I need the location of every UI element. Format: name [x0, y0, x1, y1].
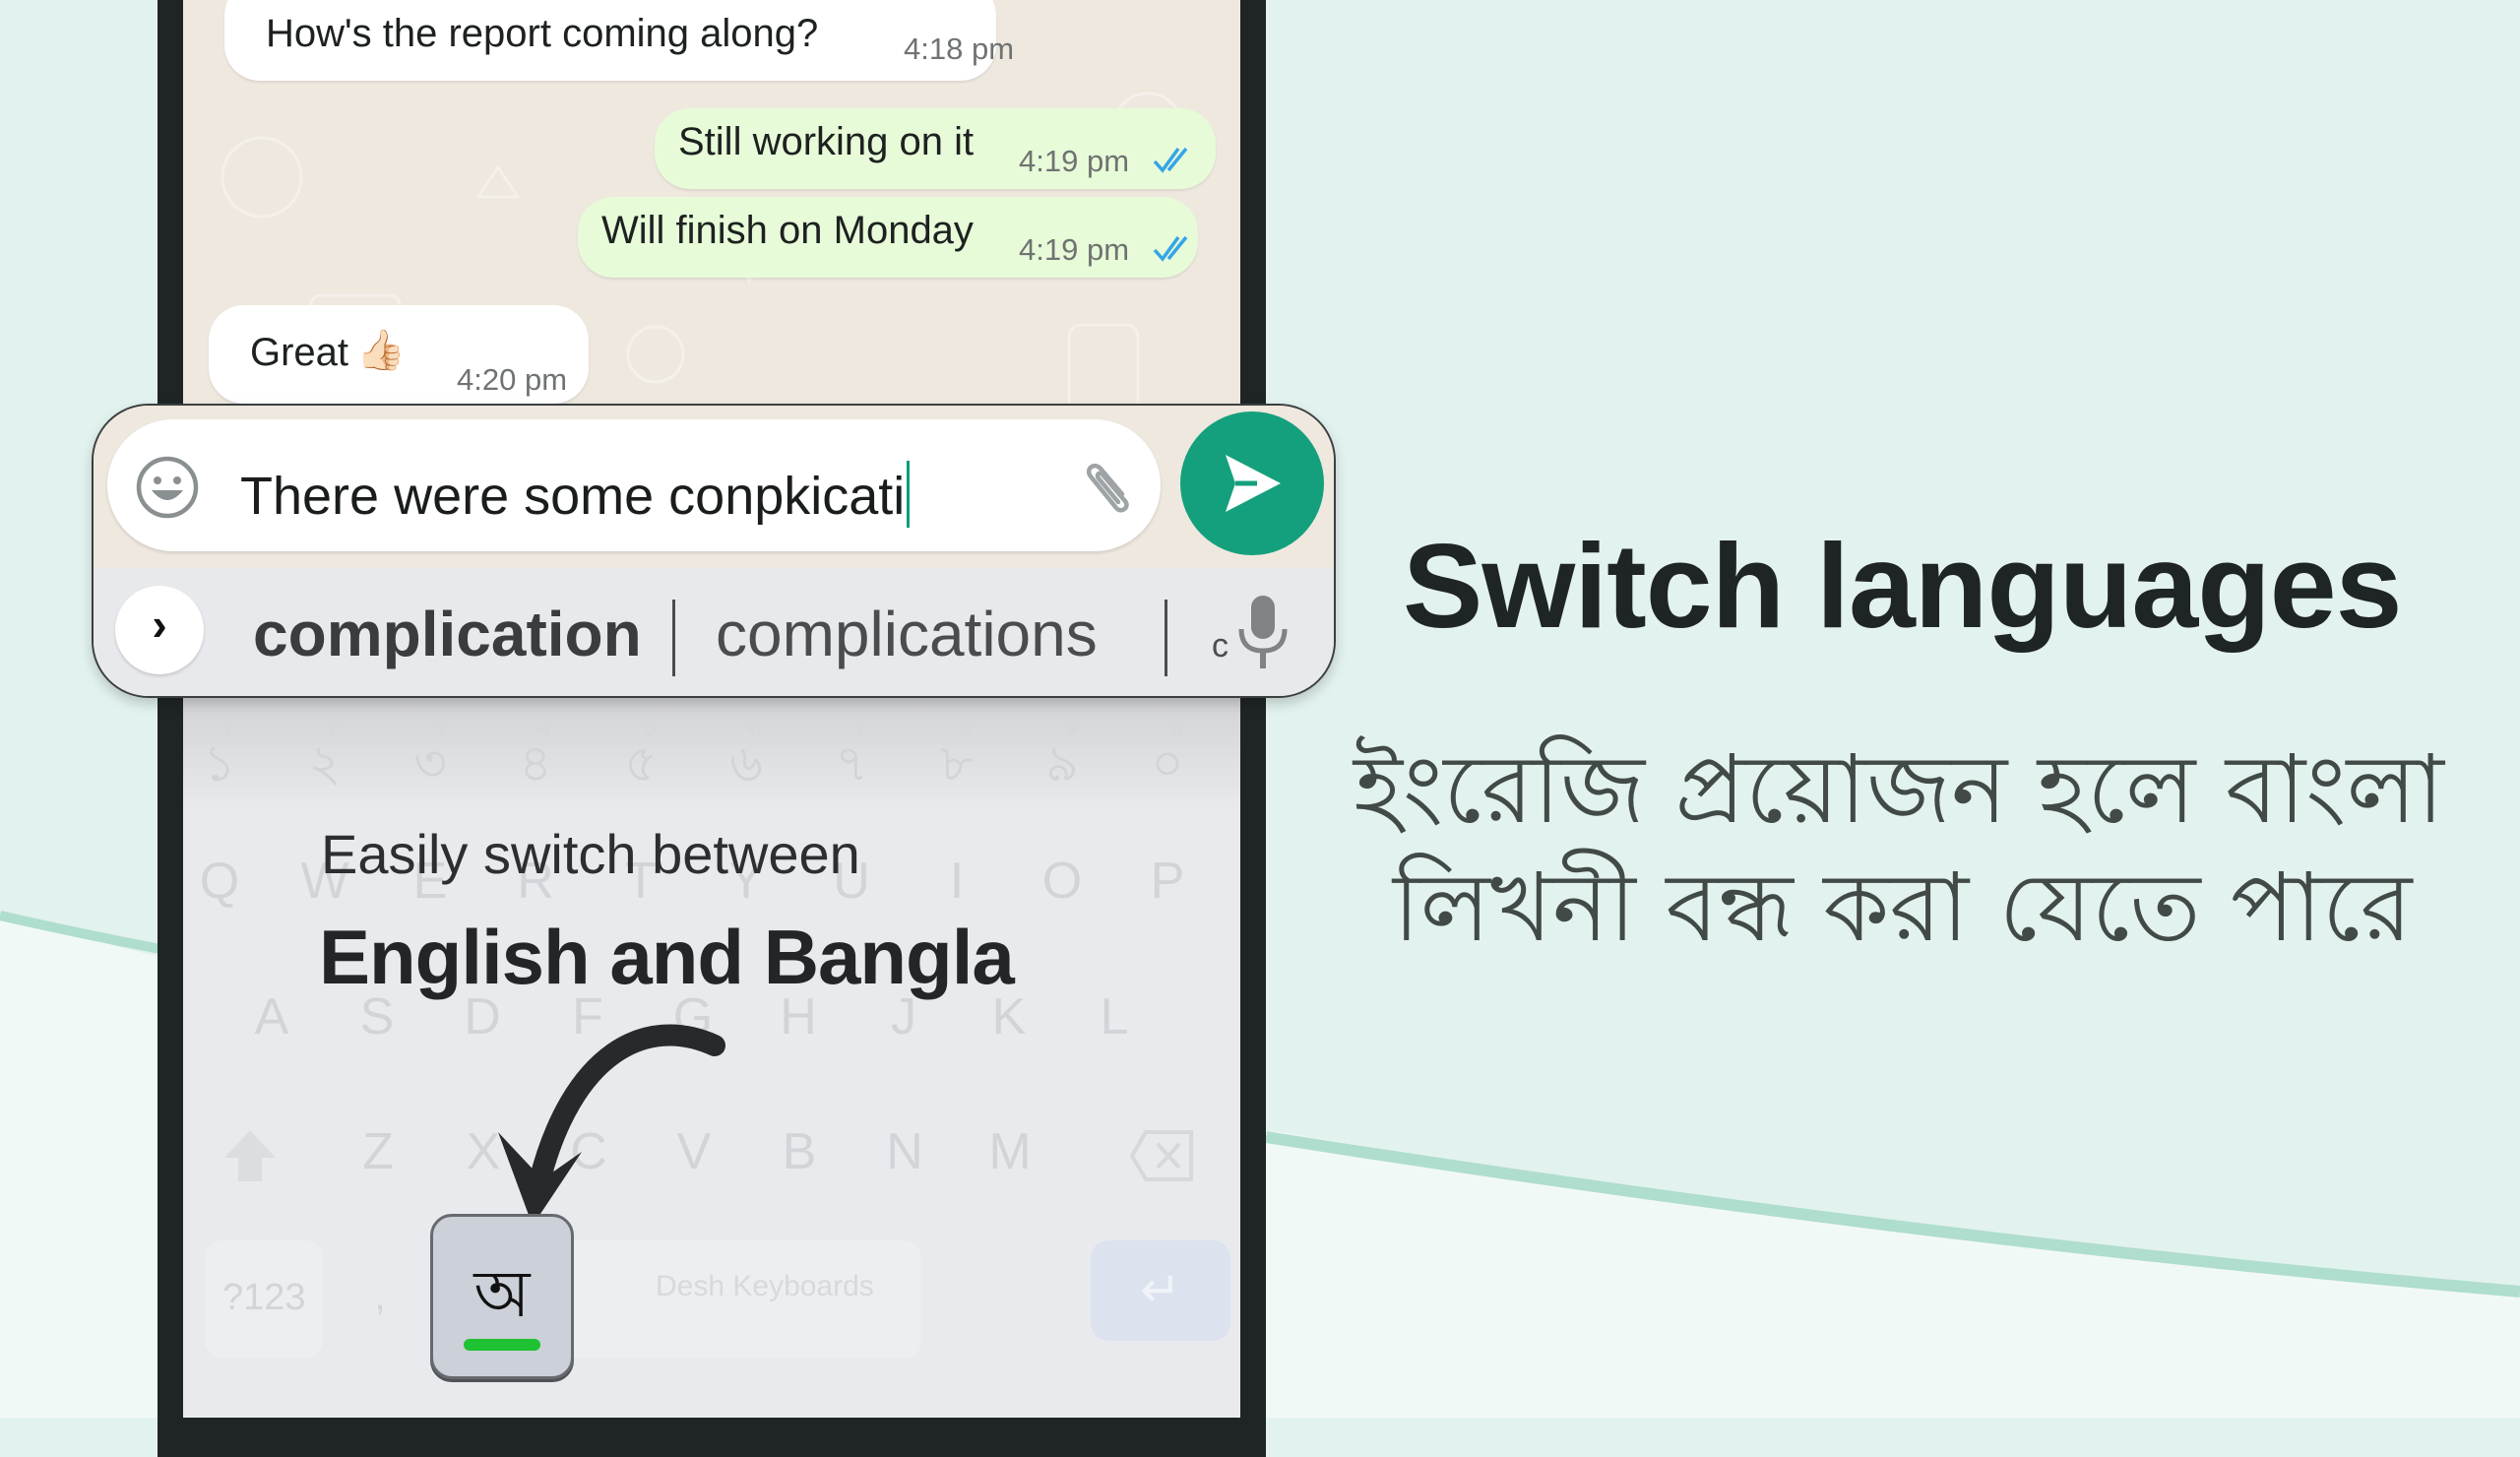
key[interactable]: L	[1080, 987, 1149, 1046]
key[interactable]: ৬	[712, 724, 781, 809]
key[interactable]: ৪	[501, 724, 570, 809]
key[interactable]: I	[922, 852, 991, 911]
key[interactable]: A	[237, 987, 306, 1046]
key[interactable]: ১	[185, 724, 254, 809]
paperclip-icon[interactable]	[1077, 455, 1142, 520]
suggestion-secondary[interactable]: complications	[716, 598, 1098, 670]
send-arrow-icon	[1226, 455, 1281, 512]
keyboard: 1 2 3 4 5 6 7 8 9 0 ১ ২ ৩ ৪ ৫ ৬ ৭ ৮ ৯ ০ …	[183, 694, 1240, 1418]
suggestion-bar: › complication complications c	[94, 568, 1334, 696]
key[interactable]: O	[1028, 852, 1097, 911]
language-switch-key[interactable]: অ	[430, 1214, 574, 1379]
message-input[interactable]: There were some conpkicati	[107, 419, 1161, 551]
active-language-indicator	[464, 1339, 540, 1351]
key[interactable]: ৭	[817, 724, 886, 809]
key[interactable]: ০	[1133, 724, 1202, 809]
message-time: 4:19 pm	[1019, 144, 1130, 178]
send-button[interactable]	[1180, 412, 1324, 555]
suggestion-divider	[672, 600, 675, 676]
key[interactable]: ৩	[396, 724, 465, 809]
suggestion-divider	[1165, 600, 1167, 676]
message-text: How's the report coming along?	[266, 12, 819, 55]
double-check-read-icon	[1153, 147, 1188, 173]
thumbs-up-emoji: 👍🏻	[356, 328, 406, 373]
message-time: 4:18 pm	[904, 32, 1015, 66]
message-text: Still working on it	[678, 120, 975, 163]
comma-key[interactable]: ,	[360, 1275, 400, 1319]
space-bar-label: Desh Keyboards	[656, 1270, 874, 1302]
smiley-icon[interactable]	[135, 455, 200, 520]
message-bubble-incoming: How's the report coming along? 4:18 pm	[224, 0, 1014, 81]
expand-toolbar-button[interactable]: ›	[115, 586, 204, 674]
suggestion-primary[interactable]: complication	[253, 598, 642, 670]
key[interactable]: ৯	[1028, 724, 1097, 809]
key[interactable]: P	[1133, 852, 1202, 911]
symbols-key-label: ?123	[222, 1277, 306, 1318]
enter-icon: ↵	[1140, 1262, 1181, 1317]
message-text: Great	[250, 331, 349, 374]
suggestion-tertiary[interactable]: c	[1212, 627, 1228, 665]
key[interactable]: M	[976, 1122, 1044, 1181]
backspace-icon[interactable]	[1128, 1128, 1197, 1183]
shift-icon[interactable]	[220, 1126, 280, 1185]
message-bubble-outgoing: Still working on it 4:19 pm	[655, 108, 1216, 189]
key[interactable]: Z	[344, 1122, 412, 1181]
double-check-read-icon	[1153, 235, 1188, 262]
message-input-text[interactable]: There were some conpkicati	[240, 461, 911, 528]
chevron-right-icon: ›	[152, 599, 167, 650]
message-time: 4:19 pm	[1019, 232, 1130, 267]
key[interactable]: N	[870, 1122, 939, 1181]
message-bubble-outgoing: Will finish on Monday 4:19 pm	[578, 197, 1198, 278]
key[interactable]: B	[765, 1122, 834, 1181]
overlay-subtitle: Easily switch between	[321, 823, 860, 885]
microphone-icon[interactable]	[1235, 594, 1291, 672]
text-caret	[907, 461, 911, 528]
message-bubble-incoming: Great 👍🏻 4:20 pm	[209, 305, 589, 404]
composer-popup: There were some conpkicati › complicatio…	[92, 404, 1336, 698]
key[interactable]: ৮	[922, 724, 991, 809]
message-text: Will finish on Monday	[601, 209, 974, 252]
overlay-title: English and Bangla	[319, 914, 1015, 1000]
promo-headline: Switch languages	[1403, 519, 2402, 653]
message-time: 4:20 pm	[457, 362, 568, 397]
key[interactable]: ২	[290, 724, 359, 809]
phone-screen: How's the report coming along? 4:18 pm S…	[183, 0, 1240, 1418]
key[interactable]: Q	[185, 852, 254, 911]
key[interactable]: ৫	[606, 724, 675, 809]
bangla-letter-icon: অ	[473, 1256, 531, 1332]
promo-bangla-line-2: লিখনী বন্ধ করা যেতে পারে	[1393, 853, 2413, 963]
